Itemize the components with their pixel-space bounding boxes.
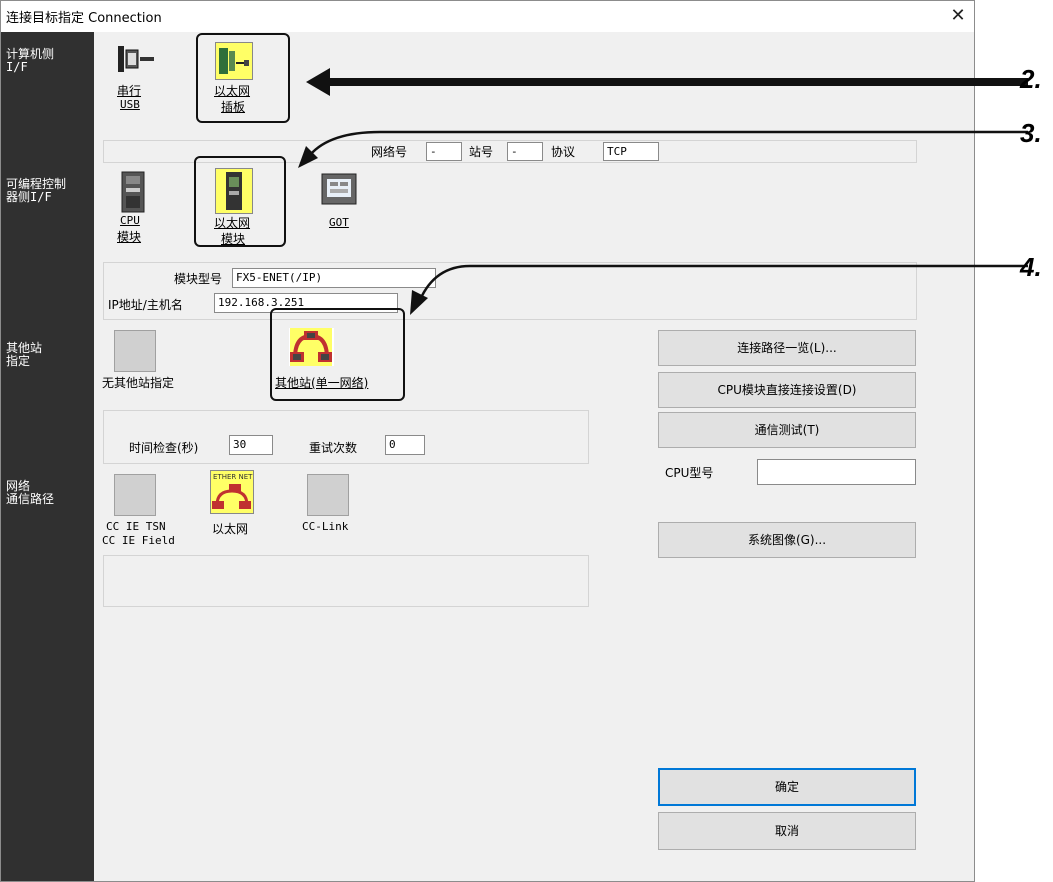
arrow-3-line xyxy=(309,130,1028,156)
arrow-4-line xyxy=(418,264,1028,301)
callout-4: 4. xyxy=(1020,252,1042,282)
callout-arrows xyxy=(298,68,1028,315)
callout-2: 2. xyxy=(1020,64,1042,94)
arrow-4-icon xyxy=(410,290,428,315)
arrow-2-icon xyxy=(306,68,1028,96)
callout-3: 3. xyxy=(1020,118,1042,148)
